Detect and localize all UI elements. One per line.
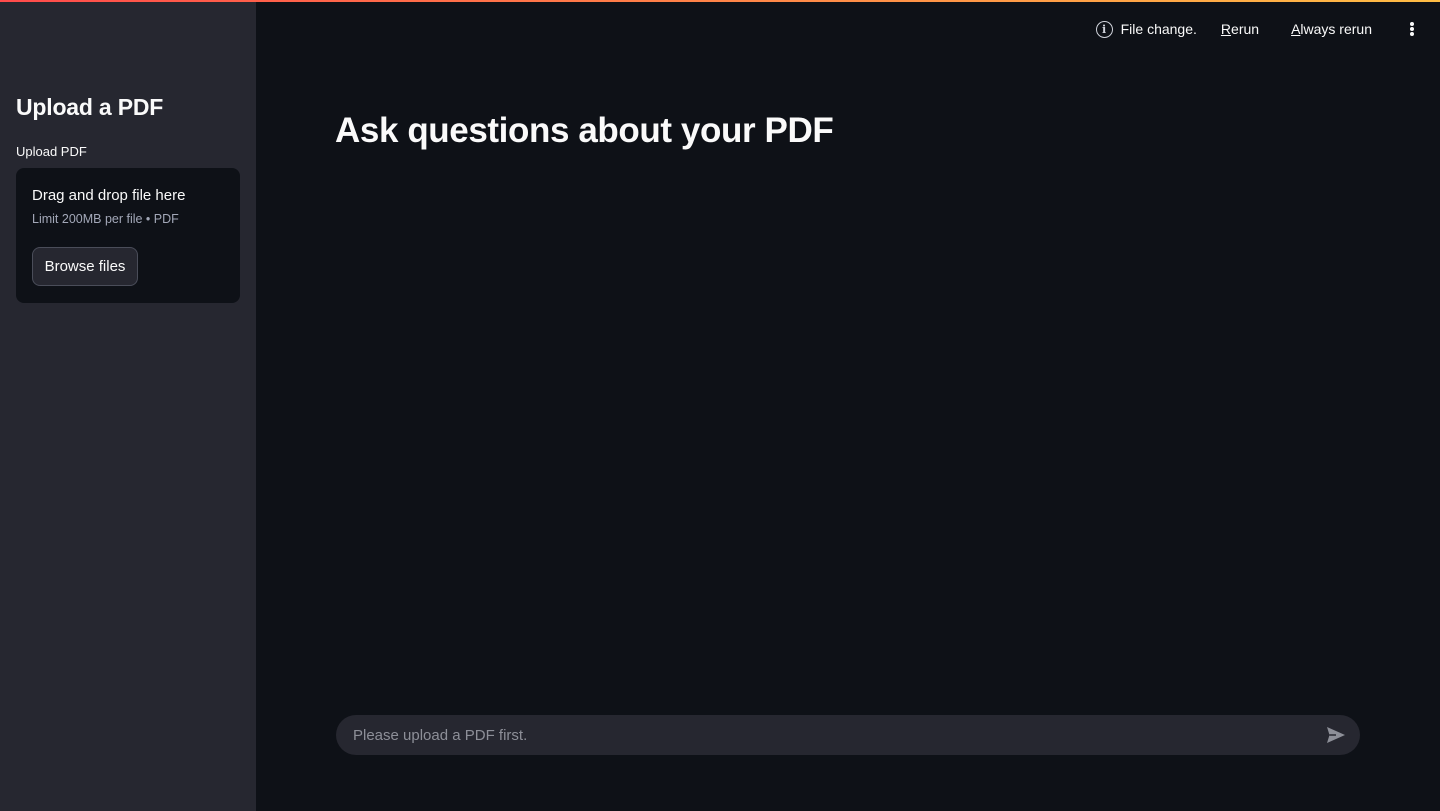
chat-input-container <box>336 715 1360 755</box>
uploader-label: Upload PDF <box>16 144 87 159</box>
chat-input[interactable] <box>353 726 1324 744</box>
file-dropzone[interactable]: Drag and drop file here Limit 200MB per … <box>16 168 240 303</box>
always-rerun-shortcut-letter: A <box>1291 21 1301 37</box>
app-header: i File change. Rerun Always rerun <box>1095 0 1440 58</box>
always-rerun-button[interactable]: Always rerun <box>1291 21 1372 37</box>
rerun-button[interactable]: Rerun <box>1221 21 1259 37</box>
sidebar: Upload a PDF Upload PDF Drag and drop fi… <box>0 0 256 811</box>
send-button[interactable] <box>1324 723 1348 747</box>
browse-files-button[interactable]: Browse files <box>32 247 138 286</box>
dropzone-limit: Limit 200MB per file • PDF <box>32 212 179 226</box>
send-icon <box>1327 727 1345 743</box>
kebab-menu-icon[interactable] <box>1404 20 1420 38</box>
rerun-shortcut-letter: R <box>1220 21 1232 37</box>
sidebar-title: Upload a PDF <box>16 94 164 120</box>
status-text: File change. <box>1120 21 1197 37</box>
page-title: Ask questions about your PDF <box>335 111 834 150</box>
rerun-label: erun <box>1231 21 1260 37</box>
file-change-status: i File change. <box>1095 20 1197 38</box>
dropzone-title: Drag and drop file here <box>32 187 186 204</box>
always-rerun-label: lways rerun <box>1300 21 1372 37</box>
top-decoration-bar <box>0 0 1440 2</box>
info-icon: i <box>1095 20 1113 38</box>
